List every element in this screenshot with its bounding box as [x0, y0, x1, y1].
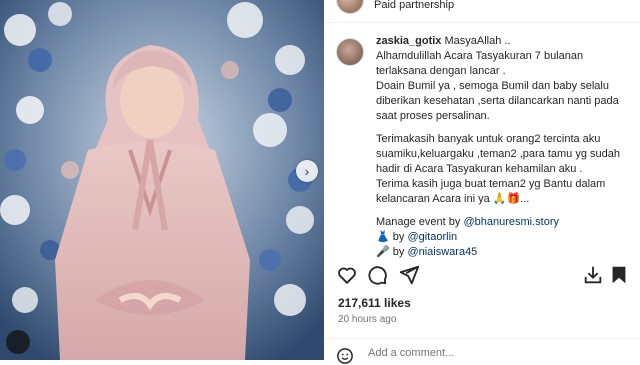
- caption-line: hadir di Acara Tasyakuran kehamilan aku …: [376, 163, 583, 175]
- caption-line: kelancaran Acara ini ya 🙏🎁...: [376, 193, 530, 205]
- caption-avatar[interactable]: [336, 38, 364, 66]
- bookmark-icon[interactable]: [608, 264, 630, 286]
- action-bar: [336, 264, 628, 286]
- user-tags-icon[interactable]: [6, 330, 30, 354]
- caption-line: Terima kasih juga buat teman2 yg Bantu d…: [376, 178, 606, 190]
- mention-link[interactable]: @bhanuresmi.story: [463, 216, 559, 228]
- caption-body: zaskia_gotix MasyaAllah .. Alhamdulillah…: [376, 34, 638, 260]
- dress-prefix: 👗 by: [376, 231, 408, 243]
- caption-line: Alhamdulillah Acara Tasyakuran 7 bulanan: [376, 50, 584, 62]
- manage-prefix: Manage event by: [376, 216, 464, 228]
- caption-line: Terimakasih banyak untuk orang2 tercinta…: [376, 133, 601, 145]
- caption-line: Doain Bumil ya , semoga Bumil dan baby s…: [376, 80, 609, 92]
- post-side-panel: Paid partnership zaskia_gotix MasyaAllah…: [324, 0, 640, 364]
- add-comment-input[interactable]: [368, 347, 568, 359]
- mention-link[interactable]: @gitaorlin: [407, 231, 457, 243]
- paper-plane-icon[interactable]: [398, 264, 420, 286]
- author-avatar[interactable]: [336, 0, 364, 14]
- mention-link[interactable]: @niaiswara45: [407, 246, 477, 258]
- post-photo[interactable]: ›: [0, 0, 324, 360]
- paid-partnership-label[interactable]: Paid partnership: [374, 0, 454, 11]
- heart-icon[interactable]: [336, 264, 358, 286]
- add-comment-row: [324, 338, 640, 364]
- caption-line: diberikan kesehatan ,serta dilancarkan n…: [376, 95, 619, 107]
- caption-first-line: MasyaAllah ..: [441, 35, 511, 47]
- caption-line: saat proses persalinan.: [376, 110, 490, 122]
- mc-prefix: 🎤 by: [376, 246, 408, 258]
- download-icon[interactable]: [582, 264, 604, 286]
- comment-icon[interactable]: [366, 264, 388, 286]
- caption-line: terlaksana dengan lancar .: [376, 65, 506, 77]
- likes-count[interactable]: 217,611 likes: [338, 296, 411, 310]
- caption-username[interactable]: zaskia_gotix: [376, 35, 441, 47]
- post-header: Paid partnership: [324, 0, 640, 23]
- caption-line: suamiku,keluargaku ,teman2 ,para tamu yg…: [376, 148, 620, 160]
- smiley-icon[interactable]: [336, 347, 354, 365]
- post-timestamp[interactable]: 20 hours ago: [338, 314, 396, 325]
- chevron-right-icon: ›: [304, 163, 310, 179]
- photo-illustration: [0, 0, 324, 360]
- next-photo-button[interactable]: ›: [296, 160, 318, 182]
